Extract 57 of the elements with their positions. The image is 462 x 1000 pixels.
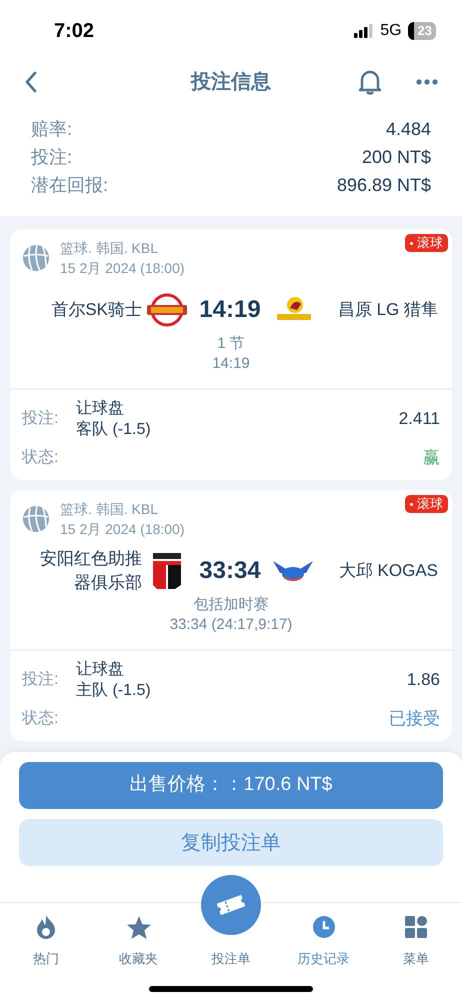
team-logo-icon (145, 293, 189, 327)
basketball-icon (22, 244, 50, 272)
match-score: 14:19 (198, 295, 262, 325)
league-label: 篮球. 韩国. KBL (60, 500, 160, 519)
bet-odds: 2.411 (398, 408, 440, 430)
clock-icon (312, 915, 336, 939)
back-icon (24, 71, 38, 93)
live-badge: 滚球 (405, 495, 448, 513)
bet-market: 让球盘 (76, 660, 125, 680)
network-label: 5G (380, 21, 402, 41)
bet-status: 已接受 (389, 708, 440, 730)
match-date: 15 2月 2024 (18:00) (60, 259, 185, 278)
nav-tab[interactable]: 收藏夹 (100, 903, 176, 968)
bet-odds: 1.86 (406, 669, 440, 692)
more-button[interactable] (416, 77, 438, 87)
bet-label: 投注: (22, 670, 60, 690)
signal-icon (354, 24, 374, 38)
copy-bet-button[interactable]: 复制投注单 (19, 819, 443, 866)
away-team: 昌原 LG 猎隼 (336, 299, 438, 322)
bet-market: 让球盘 (76, 398, 125, 419)
summary-label: 赔率: (31, 118, 72, 140)
flame-icon (34, 914, 58, 940)
status-label: 状态: (22, 708, 58, 729)
star-icon (126, 914, 152, 940)
sell-button[interactable]: 出售价格：：170.6 NT$ (19, 762, 443, 809)
bet-selection: 主队 (-1.5) (76, 680, 151, 701)
nav-tab[interactable]: 菜单 (378, 903, 454, 968)
nav-tab[interactable]: 历史记录 (286, 903, 362, 968)
nav-tab[interactable]: 热门 (8, 903, 84, 968)
summary-label: 投注: (31, 146, 72, 168)
home-team: 安阳红色助推器俱乐部 (39, 548, 142, 594)
summary-value: 896.89 NT$ (336, 174, 431, 196)
bet-selection: 客队 (-1.5) (76, 420, 151, 440)
ticket-icon (215, 892, 247, 918)
basketball-icon (22, 505, 50, 533)
match-score: 33:34 (198, 556, 262, 586)
league-label: 篮球. 韩国. KBL (60, 239, 160, 258)
summary-label: 潜在回报: (31, 174, 108, 196)
notification-button[interactable] (358, 69, 382, 95)
page-title: 投注信息 (191, 70, 271, 95)
summary-value: 4.484 (386, 118, 431, 140)
live-badge: 滚球 (405, 234, 448, 252)
battery-level: 23 (408, 22, 436, 40)
grid-icon (404, 915, 428, 939)
bet-label: 投注: (22, 408, 60, 429)
away-team: 大邱 KOGAS (338, 560, 438, 582)
status-time: 7:02 (54, 19, 94, 44)
match-period: 包括加时赛 (194, 595, 268, 615)
match-detail: 33:34 (24:17,9:17) (170, 615, 292, 635)
summary-value: 200 NT$ (362, 146, 431, 168)
match-period: 1 节 (217, 334, 245, 354)
match-detail: 14:19 (212, 354, 250, 374)
match-date: 15 2月 2024 (18:00) (60, 520, 185, 539)
team-logo-icon (151, 551, 183, 591)
home-team: 首尔SK骑士 (50, 299, 142, 321)
bet-status: 赢 (423, 447, 440, 470)
status-label: 状态: (22, 448, 58, 468)
